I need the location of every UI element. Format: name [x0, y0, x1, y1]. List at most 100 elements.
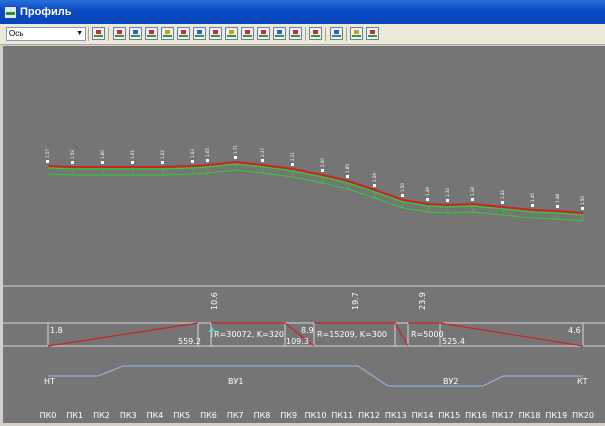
picket-label: ПК3	[120, 411, 137, 420]
profile-point[interactable]	[531, 204, 534, 207]
profile-point[interactable]	[471, 198, 474, 201]
point-elevation-label: 2.21	[290, 152, 295, 161]
color-tool-icon[interactable]	[289, 27, 302, 40]
point-elevation-label: 1.61	[130, 150, 135, 159]
station-value-2: 8.9	[301, 326, 314, 335]
point-elevation-label: 1.57	[45, 149, 50, 158]
picket-label: ПК13	[385, 411, 407, 420]
profile-point[interactable]	[501, 201, 504, 204]
table-tool-icon[interactable]	[257, 27, 270, 40]
slope-value-2: 19.7	[351, 292, 360, 310]
window-title: Профиль	[20, 6, 72, 18]
profile-point[interactable]	[101, 161, 104, 164]
toolbar: Ось ▼	[0, 24, 605, 45]
station-value-3: 109.3	[286, 337, 309, 346]
zoom-extents-icon[interactable]	[309, 27, 322, 40]
ground-ticks	[72, 164, 584, 221]
picket-label: ПК18	[519, 411, 541, 420]
station-value-1: 559.2	[178, 337, 201, 346]
edit-grade-icon[interactable]	[145, 27, 158, 40]
horizontal-end-label: КТ	[577, 377, 588, 386]
picket-label: ПК1	[66, 411, 83, 420]
export-icon[interactable]	[366, 27, 379, 40]
picket-label: ПК14	[412, 411, 434, 420]
move-grade-icon[interactable]	[209, 27, 222, 40]
title-bar: Профиль	[0, 0, 605, 24]
station-value-4: 525.4	[442, 337, 465, 346]
screenshot-icon[interactable]	[330, 27, 343, 40]
picket-label: ПК5	[173, 411, 190, 420]
refresh-profile-icon[interactable]	[92, 27, 105, 40]
slope-left-value: 1.8	[50, 326, 63, 335]
toolbar-separator	[108, 27, 109, 41]
slope-tool-icon[interactable]	[193, 27, 206, 40]
chart-tool-icon[interactable]	[225, 27, 238, 40]
profile-point[interactable]	[321, 169, 324, 172]
picket-label: ПК9	[280, 411, 297, 420]
point-elevation-label: 1.65	[205, 148, 210, 157]
picket-label: ПК6	[200, 411, 217, 420]
toolbar-separator	[325, 27, 326, 41]
picket-label: ПК0	[40, 411, 57, 420]
profile-point[interactable]	[71, 161, 74, 164]
profile-point[interactable]	[46, 160, 49, 163]
dropdown-arrow-icon: ▼	[76, 30, 83, 37]
picket-label: ПК7	[227, 411, 244, 420]
profile-app-icon	[4, 5, 17, 19]
curve-label-2: R=15209, K=300	[317, 330, 387, 339]
profile-point[interactable]	[346, 175, 349, 178]
picket-label: ПК19	[545, 411, 567, 420]
profile-point[interactable]	[401, 194, 404, 197]
slope-value-1: 10.6	[210, 292, 219, 310]
layer-select[interactable]: Ось ▼	[6, 27, 86, 41]
point-elevation-label: 2.00	[320, 158, 325, 167]
profile-point[interactable]	[191, 160, 194, 163]
point-elevation-label: 1.59	[70, 150, 75, 159]
point-elevation-label: 1.38	[470, 187, 475, 196]
point-elevation-label: 1.50	[580, 196, 585, 205]
print-icon[interactable]	[350, 27, 363, 40]
point-elevation-label: 1.49	[425, 187, 430, 196]
profile-point[interactable]	[581, 207, 584, 210]
point-tool-icon[interactable]	[177, 27, 190, 40]
profile-point[interactable]	[556, 205, 559, 208]
profile-point[interactable]	[446, 199, 449, 202]
profile-point[interactable]	[234, 156, 237, 159]
picket-label: ПК16	[465, 411, 487, 420]
picket-label: ПК8	[254, 411, 271, 420]
toolbar-separator	[305, 27, 306, 41]
picket-label: ПК4	[147, 411, 164, 420]
profile-point[interactable]	[261, 159, 264, 162]
picket-label: ПК12	[358, 411, 380, 420]
profile-drawing: 1.57 1.59 1.60 1.61 1.62 1.63 1.65 1.71 2.37 2.21…	[3, 145, 605, 420]
profile-point[interactable]	[131, 161, 134, 164]
profile-point[interactable]	[206, 159, 209, 162]
profile-canvas[interactable]: 1.57 1.59 1.60 1.61 1.62 1.63 1.65 1.71 2.37 2.21…	[3, 46, 605, 423]
layer-select-value: Ось	[9, 29, 24, 38]
profile-point[interactable]	[161, 161, 164, 164]
point-elevation-label: 1.50	[400, 183, 405, 192]
toolbar-separator	[88, 27, 89, 41]
slope-right-value: 4.6	[568, 326, 581, 335]
curve-label-1: R=30072, K=320	[214, 330, 284, 339]
profile-point[interactable]	[426, 198, 429, 201]
profile-point[interactable]	[291, 163, 294, 166]
point-elevation-label: 1.42	[500, 190, 505, 199]
picket-label: ПК17	[492, 411, 514, 420]
layer-tool-icon[interactable]	[273, 27, 286, 40]
curve-label-3: R=5000	[411, 330, 444, 339]
profile-point[interactable]	[373, 184, 376, 187]
point-markers: 1.57 1.59 1.60 1.61 1.62 1.63 1.65 1.71 2.37 2.21…	[45, 145, 585, 210]
grade-band	[47, 323, 584, 346]
horizontal-alignment-line	[48, 365, 583, 387]
horizontal-curve-2-label: ВУ2	[443, 377, 458, 386]
picket-label: ПК2	[93, 411, 110, 420]
point-elevation-label: 2.37	[260, 148, 265, 157]
grade-lines	[47, 322, 584, 347]
design-grade-icon[interactable]	[129, 27, 142, 40]
vertical-curve-icon[interactable]	[161, 27, 174, 40]
picket-label: ПК10	[305, 411, 327, 420]
section-tool-icon[interactable]	[241, 27, 254, 40]
ground-line-icon[interactable]	[113, 27, 126, 40]
toolbar-separator	[346, 27, 347, 41]
